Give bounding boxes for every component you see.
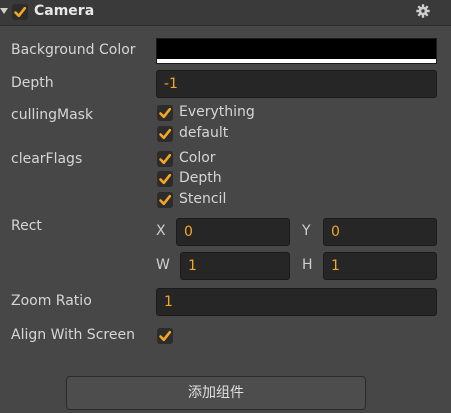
checkmark-icon xyxy=(14,6,27,18)
checkmark-icon xyxy=(159,128,172,140)
checkmark-icon xyxy=(159,330,172,342)
clear-stencil-label: Stencil xyxy=(179,191,227,207)
clear-stencil-checkbox[interactable] xyxy=(157,192,173,208)
rect-w-label: W xyxy=(156,257,170,273)
clear-flags-label: clearFlags xyxy=(11,151,83,167)
rect-x-label: X xyxy=(156,223,166,239)
clear-depth-checkbox[interactable] xyxy=(157,171,173,187)
checkmark-icon xyxy=(159,173,172,185)
depth-input[interactable]: -1 xyxy=(156,70,437,98)
zoom-ratio-label: Zoom Ratio xyxy=(11,293,92,309)
culling-mask-label: cullingMask xyxy=(11,107,94,123)
background-color-label: Background Color xyxy=(11,42,136,58)
rect-h-input[interactable]: 1 xyxy=(323,252,437,280)
checkmark-icon xyxy=(159,194,172,206)
gear-icon[interactable] xyxy=(416,4,430,18)
caret-down-icon[interactable] xyxy=(0,8,8,14)
culling-default-label: default xyxy=(179,125,229,141)
component-enabled-checkbox[interactable] xyxy=(12,4,28,20)
rect-label: Rect xyxy=(11,218,42,234)
clear-color-checkbox[interactable] xyxy=(157,151,173,167)
align-with-screen-checkbox[interactable] xyxy=(157,328,173,344)
culling-default-checkbox[interactable] xyxy=(157,126,173,142)
rect-x-input[interactable]: 0 xyxy=(176,218,290,246)
component-title: Camera xyxy=(34,3,95,19)
checkmark-icon xyxy=(159,153,172,165)
zoom-ratio-input[interactable]: 1 xyxy=(156,288,437,316)
component-header: Camera xyxy=(0,0,451,26)
rect-w-input[interactable]: 1 xyxy=(180,252,290,280)
culling-everything-checkbox[interactable] xyxy=(157,105,173,121)
rect-y-label: Y xyxy=(302,223,311,239)
rect-h-label: H xyxy=(302,257,313,273)
background-color-swatch[interactable] xyxy=(156,38,437,64)
rect-y-input[interactable]: 0 xyxy=(323,218,437,246)
checkmark-icon xyxy=(159,107,172,119)
alpha-bar xyxy=(157,59,436,63)
culling-everything-label: Everything xyxy=(179,104,255,120)
clear-depth-label: Depth xyxy=(179,170,222,186)
clear-color-label: Color xyxy=(179,150,216,166)
add-component-button[interactable]: 添加组件 xyxy=(66,376,366,410)
align-with-screen-label: Align With Screen xyxy=(11,327,135,343)
depth-label: Depth xyxy=(11,75,54,91)
